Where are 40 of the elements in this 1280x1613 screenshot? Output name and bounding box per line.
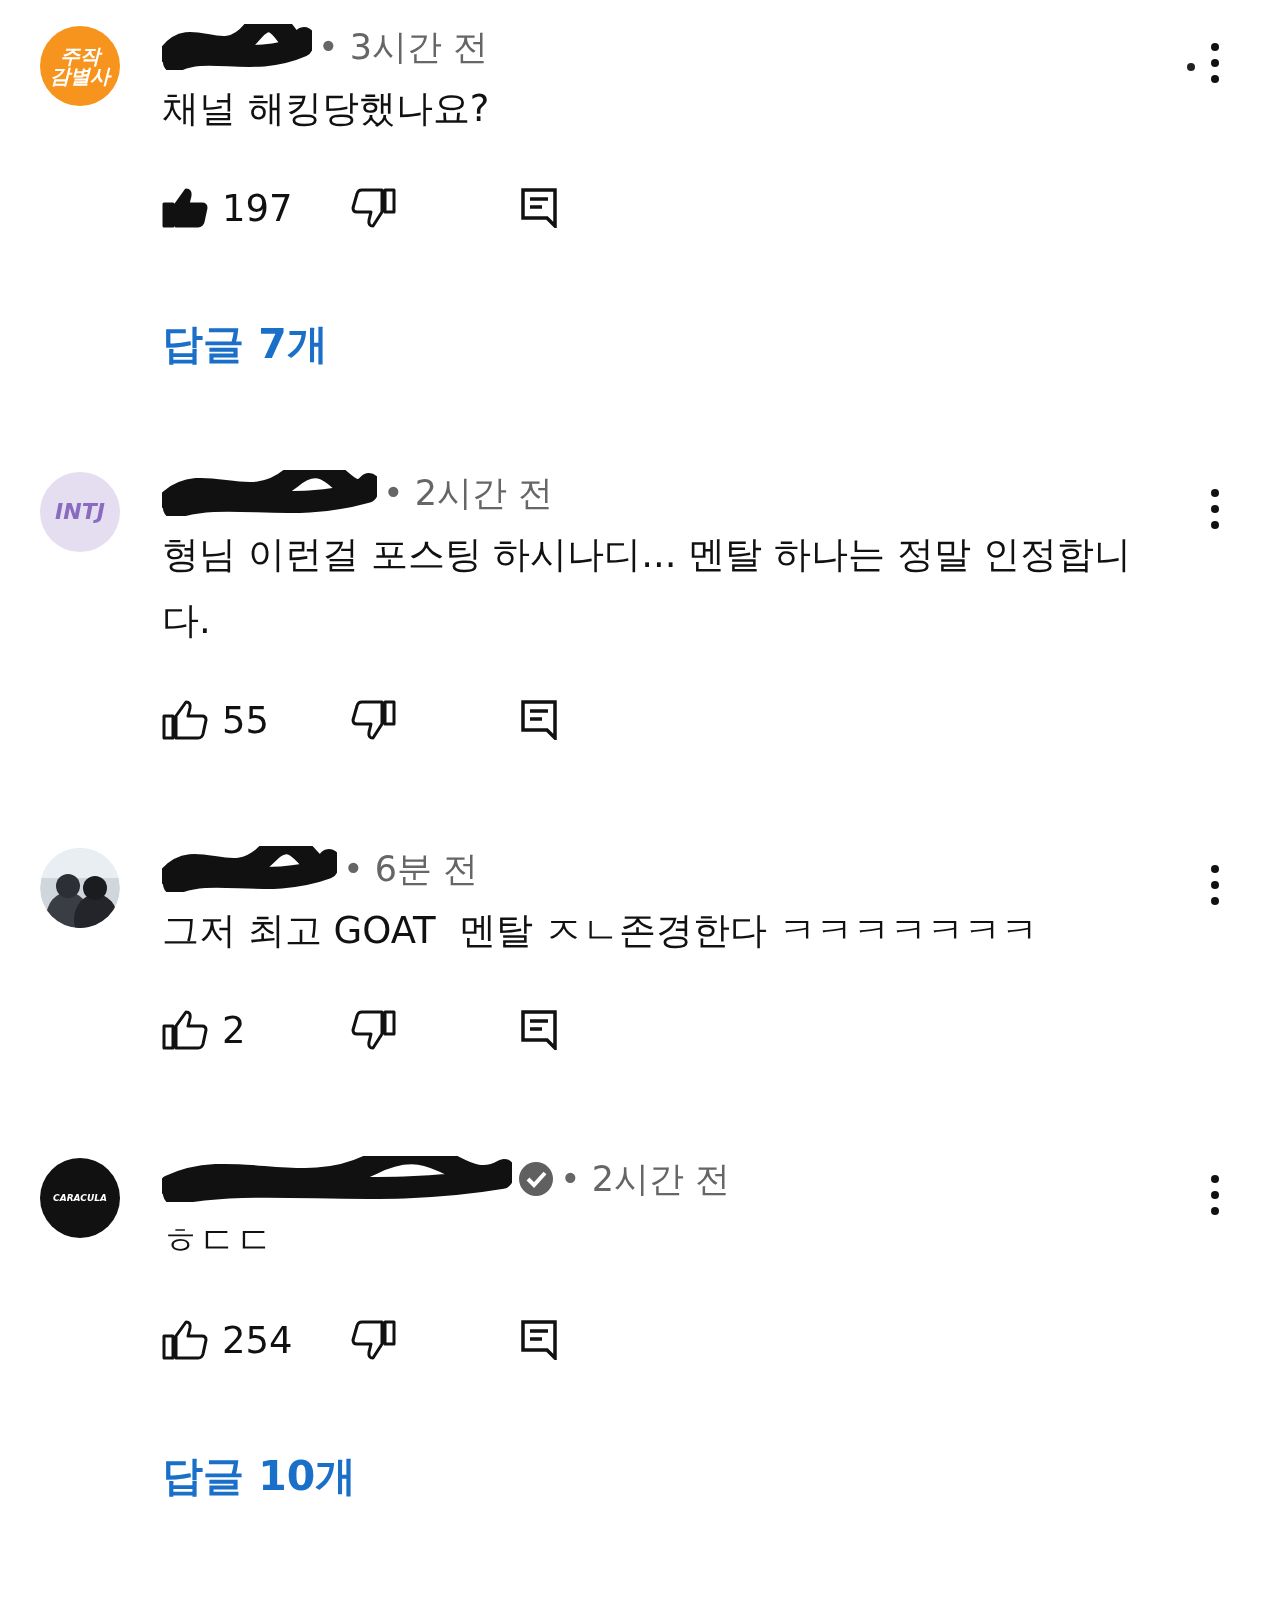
thumbs-down-icon [350, 188, 396, 228]
comment-time: • 2시간 전 [383, 471, 554, 515]
replies-link[interactable]: 답글 10개 [162, 1446, 357, 1506]
thumbs-down-icon [350, 700, 396, 740]
more-options-icon[interactable] [1210, 864, 1220, 906]
comment-text: ㅎㄷㄷ [162, 1218, 274, 1264]
reply-icon [521, 700, 557, 740]
like-count: 55 [222, 698, 271, 742]
like-button[interactable] [162, 188, 208, 228]
reply-icon [521, 1320, 557, 1360]
reply-icon [521, 188, 557, 228]
more-options-icon[interactable] [1210, 488, 1220, 530]
reply-button[interactable] [521, 700, 557, 740]
more-options-icon[interactable] [1210, 42, 1220, 84]
reply-button[interactable] [521, 1320, 557, 1360]
like-count: 197 [222, 186, 294, 230]
dislike-button[interactable] [350, 188, 396, 228]
comment-text: 그저 최고 GOAT 멘탈 ㅈㄴ존경한다 ㅋㅋㅋㅋㅋㅋㅋ [162, 908, 1039, 954]
comment-text: 형님 이런걸 포스팅 하시나디... 멘탈 하나는 정말 인정합니다. [162, 532, 1132, 644]
dislike-button[interactable] [350, 1010, 396, 1050]
like-count: 2 [222, 1008, 247, 1052]
reply-icon [521, 1010, 557, 1050]
like-button[interactable] [162, 1010, 208, 1050]
avatar[interactable]: CARACULA [40, 1158, 120, 1238]
comment-text: 채널 해킹당했나요? [162, 86, 491, 132]
reply-button[interactable] [521, 188, 557, 228]
like-count: 254 [222, 1318, 294, 1362]
thumbs-down-icon [350, 1010, 396, 1050]
dislike-button[interactable] [350, 1320, 396, 1360]
reply-button[interactable] [521, 1010, 557, 1050]
dislike-button[interactable] [350, 700, 396, 740]
thumbs-down-icon [350, 1320, 396, 1360]
like-button[interactable] [162, 1320, 208, 1360]
like-button[interactable] [162, 700, 208, 740]
more-options-icon[interactable] [1210, 1174, 1220, 1216]
comment-time: • 6분 전 [343, 847, 479, 891]
comment-time: • 2시간 전 [560, 1157, 731, 1201]
comment-time: • 3시간 전 [318, 25, 489, 69]
replies-link[interactable]: 답글 7개 [162, 314, 328, 374]
avatar[interactable]: INTJ [40, 472, 120, 552]
